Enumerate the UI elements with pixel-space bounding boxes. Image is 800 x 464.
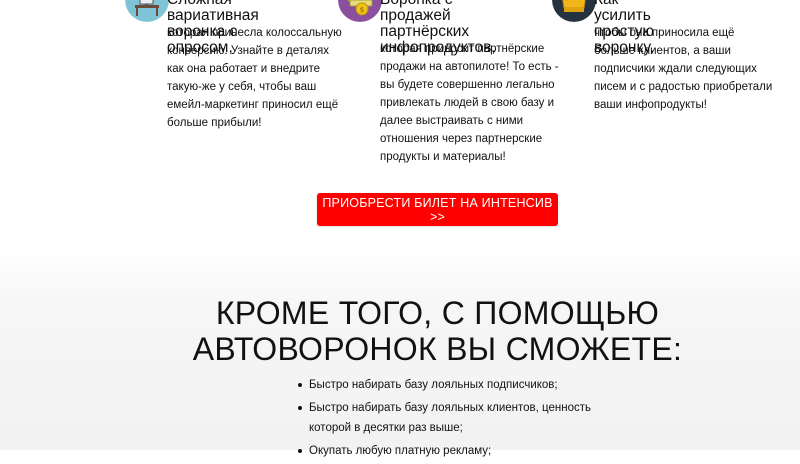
buy-ticket-button[interactable]: ПРИОБРЕСТИ БИЛЕТ НА ИНТЕНСИВ >> bbox=[317, 193, 558, 226]
svg-text:$: $ bbox=[360, 6, 364, 14]
list-item: Окупать любую платную рекламу; bbox=[298, 441, 579, 461]
section-title-line-2: АВТОВОРОНОК ВЫ СМОЖЕТЕ: bbox=[192, 331, 683, 367]
section-title-line-1: КРОМЕ ТОГО, С ПОМОЩЬЮ bbox=[215, 295, 660, 331]
benefits-list: Быстро набирать базу лояльных подписчико… bbox=[298, 375, 599, 464]
list-item: Быстро набирать базу лояльных клиентов, … bbox=[298, 398, 599, 438]
crown-icon bbox=[552, 0, 596, 22]
desk-icon bbox=[125, 0, 169, 22]
money-icon: $ bbox=[338, 0, 382, 22]
feature-body: которая приносит партнёрские продажи на … bbox=[380, 43, 559, 163]
feature-body: которая принесла колоссальную конверсию.… bbox=[167, 27, 342, 129]
list-item: Быстро набирать базу лояльных подписчико… bbox=[298, 375, 579, 395]
section-title: КРОМЕ ТОГО, С ПОМОЩЬЮ АВТОВОРОНОК ВЫ СМО… bbox=[0, 295, 800, 367]
feature-body: чтобы она приносила ещё больше клиентов,… bbox=[594, 27, 773, 111]
